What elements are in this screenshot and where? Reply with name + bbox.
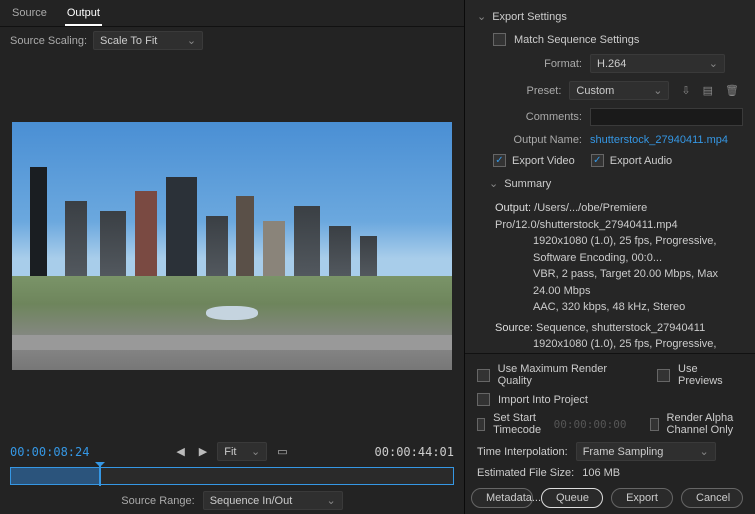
aspect-icon[interactable]: ▭ bbox=[273, 443, 291, 460]
zoom-value: Fit bbox=[224, 446, 236, 458]
est-size-value: 106 MB bbox=[582, 467, 620, 479]
prev-frame-icon[interactable]: ◀ bbox=[172, 443, 188, 460]
est-size-label: Estimated File Size: bbox=[477, 467, 574, 479]
next-frame-icon[interactable]: ▶ bbox=[195, 443, 211, 460]
source-range-select[interactable]: Sequence In/Out ⌄ bbox=[203, 491, 343, 510]
import-project-label: Import Into Project bbox=[498, 394, 588, 406]
start-timecode-label: Set Start Timecode bbox=[493, 412, 545, 436]
video-preview[interactable] bbox=[12, 122, 452, 370]
output-name-label: Output Name: bbox=[477, 134, 582, 146]
source-scaling-select[interactable]: Scale To Fit ⌄ bbox=[93, 31, 203, 50]
match-sequence-checkbox[interactable] bbox=[493, 33, 506, 46]
disclosure-icon: ⌄ bbox=[477, 10, 486, 23]
source-output-tabs: Source Output bbox=[0, 0, 464, 27]
summary-title: Summary bbox=[504, 178, 551, 190]
metadata-button[interactable]: Metadata... bbox=[471, 488, 533, 508]
render-alpha-checkbox[interactable] bbox=[650, 418, 658, 431]
comments-input[interactable] bbox=[590, 108, 743, 126]
disclosure-icon: ⌄ bbox=[489, 177, 498, 190]
chevron-down-icon: ⌄ bbox=[251, 445, 260, 458]
export-settings-header[interactable]: ⌄ Export Settings bbox=[465, 4, 755, 29]
source-range-label: Source Range: bbox=[121, 495, 194, 507]
cancel-button[interactable]: Cancel bbox=[681, 488, 743, 508]
export-audio-checkbox[interactable] bbox=[591, 154, 604, 167]
timeline[interactable] bbox=[10, 467, 454, 485]
output-name-link[interactable]: shutterstock_27940411.mp4 bbox=[590, 134, 728, 146]
total-time: 00:00:44:01 bbox=[375, 445, 454, 459]
tab-output[interactable]: Output bbox=[65, 4, 102, 26]
chevron-down-icon: ⌄ bbox=[187, 34, 196, 47]
format-label: Format: bbox=[477, 58, 582, 70]
playback-controls: ◀ ▶ Fit ⌄ ▭ bbox=[172, 442, 291, 461]
preset-label: Preset: bbox=[477, 85, 561, 97]
time-interp-label: Time Interpolation: bbox=[477, 446, 568, 458]
preset-select[interactable]: Custom ⌄ bbox=[569, 81, 669, 100]
current-time[interactable]: 00:00:08:24 bbox=[10, 445, 89, 459]
tab-source[interactable]: Source bbox=[10, 4, 49, 26]
start-timecode-checkbox[interactable] bbox=[477, 418, 485, 431]
summary-header[interactable]: ⌄ Summary bbox=[465, 171, 755, 196]
use-previews-checkbox[interactable] bbox=[657, 369, 670, 382]
save-preset-icon[interactable]: ⇩ bbox=[677, 82, 694, 99]
export-audio-label: Export Audio bbox=[610, 155, 672, 167]
chevron-down-icon: ⌄ bbox=[699, 445, 708, 458]
chevron-down-icon: ⌄ bbox=[653, 84, 662, 97]
delete-preset-icon[interactable]: 🗑 bbox=[721, 82, 743, 99]
import-preset-icon[interactable]: ▤ bbox=[699, 82, 717, 99]
source-scaling-label: Source Scaling: bbox=[10, 35, 87, 47]
time-interp-value: Frame Sampling bbox=[583, 446, 664, 458]
render-alpha-label: Render Alpha Channel Only bbox=[667, 412, 743, 436]
max-render-label: Use Maximum Render Quality bbox=[498, 363, 640, 387]
playhead[interactable] bbox=[99, 466, 101, 486]
time-interp-select[interactable]: Frame Sampling ⌄ bbox=[576, 442, 716, 461]
max-render-checkbox[interactable] bbox=[477, 369, 490, 382]
chevron-down-icon: ⌄ bbox=[709, 57, 718, 70]
match-sequence-label: Match Sequence Settings bbox=[514, 34, 639, 46]
queue-button[interactable]: Queue bbox=[541, 488, 603, 508]
use-previews-label: Use Previews bbox=[678, 363, 743, 387]
source-range-value: Sequence In/Out bbox=[210, 495, 293, 507]
preview-area bbox=[0, 54, 464, 438]
comments-label: Comments: bbox=[477, 111, 582, 123]
summary-content: Output: /Users/.../obe/Premiere Pro/12.0… bbox=[465, 196, 755, 353]
export-settings-title: Export Settings bbox=[492, 11, 567, 23]
chevron-down-icon: ⌄ bbox=[326, 494, 335, 507]
import-project-checkbox[interactable] bbox=[477, 393, 490, 406]
start-timecode-value: 00:00:00:00 bbox=[554, 418, 627, 431]
export-button[interactable]: Export bbox=[611, 488, 673, 508]
export-video-checkbox[interactable] bbox=[493, 154, 506, 167]
preset-value: Custom bbox=[576, 85, 614, 97]
zoom-select[interactable]: Fit ⌄ bbox=[217, 442, 267, 461]
export-video-label: Export Video bbox=[512, 155, 575, 167]
format-value: H.264 bbox=[597, 58, 626, 70]
format-select[interactable]: H.264 ⌄ bbox=[590, 54, 725, 73]
source-scaling-value: Scale To Fit bbox=[100, 35, 157, 47]
